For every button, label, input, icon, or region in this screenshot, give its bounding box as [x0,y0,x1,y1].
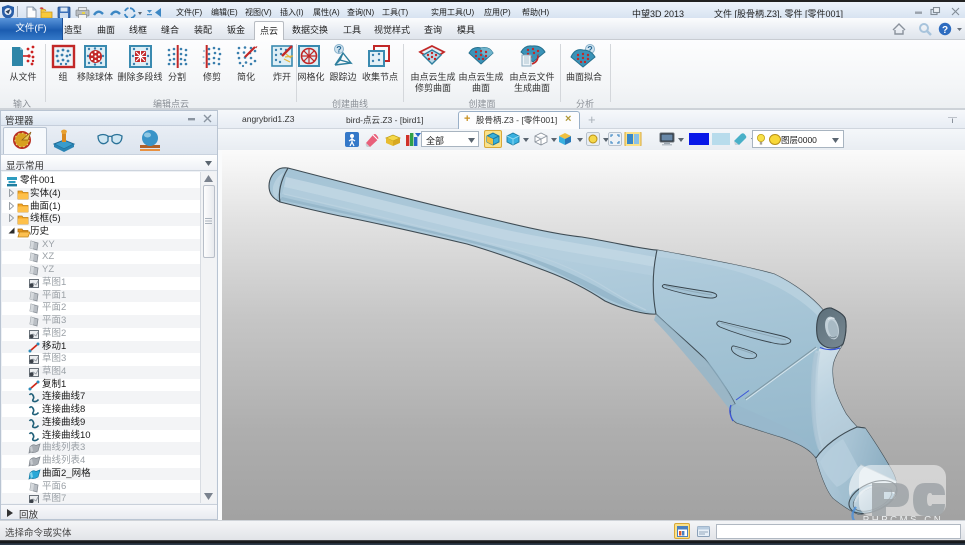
svg-text:?: ? [942,25,948,36]
svg-text:?: ? [336,45,342,55]
